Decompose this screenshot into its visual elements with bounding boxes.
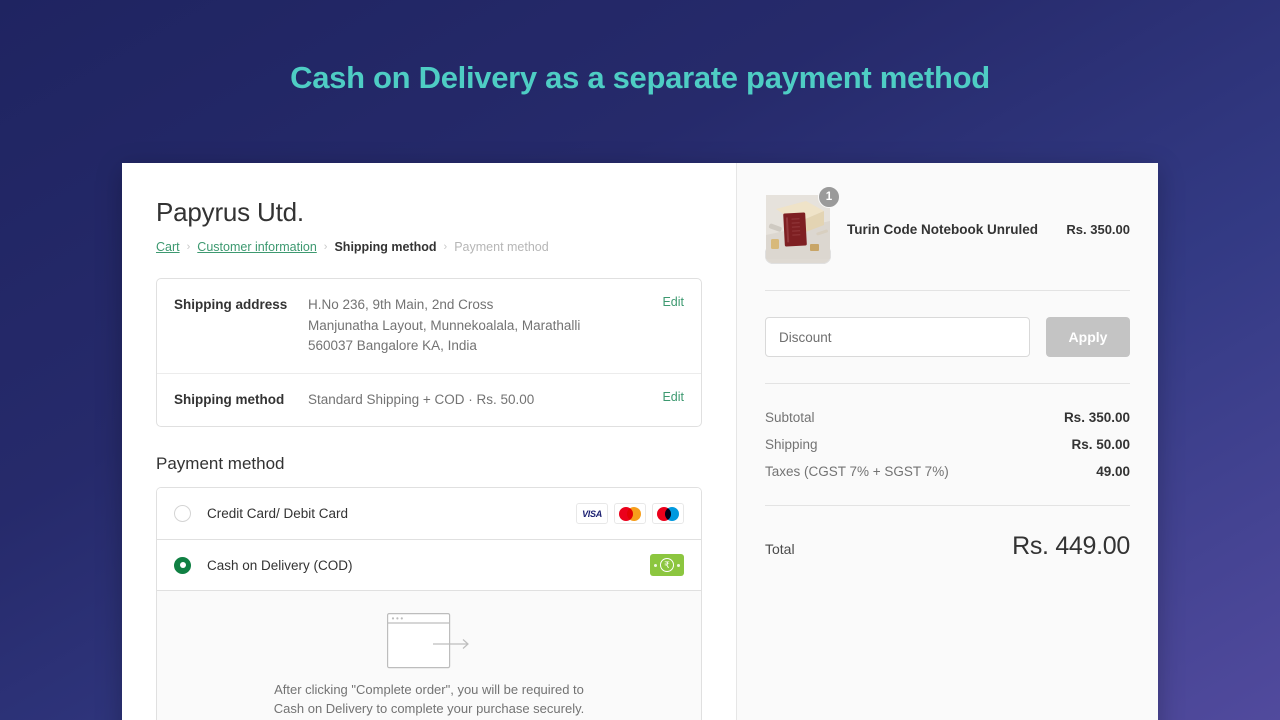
apply-discount-button[interactable]: Apply: [1046, 317, 1130, 357]
order-review-block: Shipping address H.No 236, 9th Main, 2nd…: [156, 278, 702, 428]
shipping-value: Rs. 50.00: [1071, 437, 1130, 452]
payment-option-cash-on-delivery[interactable]: Cash on Delivery (COD) ₹: [157, 539, 701, 591]
radio-credit-card[interactable]: [174, 505, 191, 523]
subtotal-row: Subtotal Rs. 350.00: [765, 410, 1130, 425]
rupee-note-icon: ₹: [650, 554, 684, 577]
product-thumbnail-wrapper: 1: [765, 186, 840, 264]
summary-divider: [765, 505, 1130, 506]
payment-option-cash-on-delivery-label: Cash on Delivery (COD): [207, 557, 353, 573]
payment-method-heading: Payment method: [156, 454, 285, 474]
shipping-method-row: Shipping method Standard Shipping + COD …: [157, 372, 701, 427]
card-brand-list: VISA: [576, 503, 684, 525]
discount-input[interactable]: [765, 317, 1030, 357]
browser-window-redirect-icon: [387, 613, 471, 679]
payment-option-credit-card[interactable]: Credit Card/ Debit Card VISA: [157, 488, 701, 540]
product-price: Rs. 350.00: [1066, 222, 1130, 237]
breadcrumb-item-customer-information[interactable]: Customer information: [197, 240, 317, 254]
shipping-address-value: H.No 236, 9th Main, 2nd Cross Manjunatha…: [308, 297, 581, 354]
grand-total-value: Rs. 449.00: [1012, 532, 1130, 560]
taxes-label: Taxes (CGST 7% + SGST 7%): [765, 464, 949, 479]
breadcrumb-separator-icon: ›: [443, 241, 448, 253]
rupee-symbol: ₹: [660, 558, 674, 573]
shipping-method-value: Standard Shipping + COD · Rs. 50.00: [308, 391, 535, 407]
taxes-row: Taxes (CGST 7% + SGST 7%) 49.00: [765, 464, 1130, 479]
checkout-card: Papyrus Utd. Cart › Customer information…: [122, 163, 1158, 720]
quantity-badge: 1: [818, 186, 840, 208]
maestro-icon: [652, 503, 684, 525]
breadcrumb: Cart › Customer information › Shipping m…: [156, 240, 702, 254]
breadcrumb-item-shipping-method[interactable]: Shipping method: [334, 240, 436, 254]
breadcrumb-separator-icon: ›: [186, 241, 191, 253]
subtotal-value: Rs. 350.00: [1063, 410, 1130, 425]
visa-icon-text: VISA: [582, 508, 602, 519]
order-summary-column: 1 Turin Code Notebook Unruled Rs. 350.00…: [736, 163, 1158, 720]
grand-total-label: Total: [765, 541, 795, 557]
breadcrumb-separator-icon: ›: [323, 241, 328, 253]
subtotal-label: Subtotal: [765, 410, 815, 425]
grand-total-row: Total Rs. 449.00: [765, 532, 1130, 561]
payment-method-list: Credit Card/ Debit Card VISA Cash on Del…: [156, 487, 702, 720]
breadcrumb-item-cart[interactable]: Cart: [156, 240, 180, 254]
checkout-main-column: Papyrus Utd. Cart › Customer information…: [122, 163, 736, 720]
shipping-row: Shipping Rs. 50.00: [765, 437, 1130, 452]
payment-info-line-2: Cash on Delivery to complete your purcha…: [273, 701, 585, 717]
shipping-method-label: Shipping method: [174, 391, 285, 407]
discount-row: Apply: [765, 317, 1130, 357]
shipping-address-row: Shipping address H.No 236, 9th Main, 2nd…: [157, 279, 701, 373]
payment-info-panel: After clicking "Complete order", you wil…: [157, 590, 701, 720]
edit-shipping-address-link[interactable]: Edit: [652, 295, 684, 309]
taxes-value: 49.00: [1096, 464, 1130, 479]
shipping-address-label: Shipping address: [174, 297, 288, 312]
product-name: Turin Code Notebook Unruled: [847, 221, 1038, 237]
payment-option-credit-card-label: Credit Card/ Debit Card: [207, 506, 349, 522]
mastercard-icon: [614, 503, 646, 525]
summary-divider: [765, 290, 1130, 291]
product-thumbnail: [765, 195, 831, 264]
summary-divider: [765, 383, 1130, 384]
visa-icon: VISA: [576, 503, 608, 525]
breadcrumb-item-payment-method: Payment method: [454, 240, 549, 254]
page-title: Cash on Delivery as a separate payment m…: [290, 60, 990, 95]
shipping-label: Shipping: [765, 437, 818, 452]
radio-cash-on-delivery[interactable]: [174, 556, 191, 574]
payment-info-line-1: After clicking "Complete order", you wil…: [274, 682, 584, 698]
store-name: Papyrus Utd.: [156, 197, 304, 227]
order-line-item: 1 Turin Code Notebook Unruled Rs. 350.00: [765, 186, 1130, 264]
edit-shipping-method-link[interactable]: Edit: [652, 390, 684, 404]
